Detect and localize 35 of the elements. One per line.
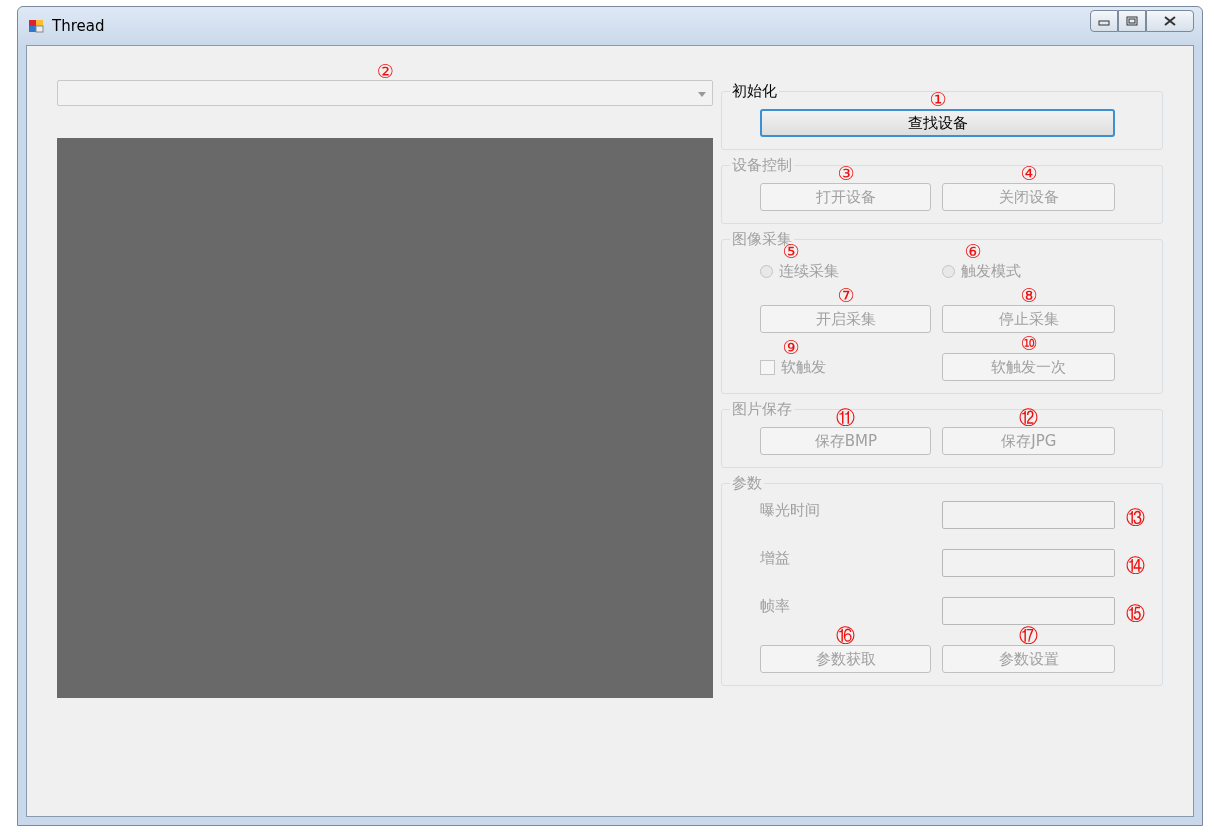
close-icon [1164,16,1176,26]
annotation-number: ⑭ [1126,555,1146,575]
maximize-button[interactable] [1118,10,1146,32]
annotation-number: ⑬ [1126,507,1146,527]
annotation-number: ③ [837,163,855,183]
group-title: 参数 [731,474,764,493]
window-title: Thread [52,17,105,35]
annotation-number: ⑨ [782,337,800,357]
radio-label: 连续采集 [779,261,840,281]
radio-label: 触发模式 [961,261,1022,281]
dropdown-arrow-icon [698,92,707,97]
annotation-number: ⑪ [836,407,856,427]
minimize-button[interactable] [1090,10,1118,32]
field-label: 增益 [760,549,791,568]
checkbox-label: 软触发 [781,357,827,377]
group-title: 设备控制 [731,156,794,175]
group-title: 图片保存 [731,400,794,419]
group-title: 初始化 [731,82,779,101]
annotation-number: ⑦ [837,285,855,305]
annotation-number: ⑧ [1020,285,1038,305]
app-icon [28,18,44,34]
annotation-number: ⑯ [836,625,856,645]
annotation-number: ④ [1020,163,1038,183]
maximize-icon [1126,16,1138,26]
annotation-number: ② [376,61,394,81]
field-label: 帧率 [760,597,791,616]
annotation-number: ⑫ [1019,407,1039,427]
annotation-number: ⑥ [964,241,982,261]
field-label: 曝光时间 [760,501,821,520]
annotation-number: ① [929,89,947,109]
annotation-number: ⑩ [1020,333,1038,353]
annotation-number: ⑮ [1126,603,1146,623]
close-button[interactable] [1146,10,1194,32]
button[interactable]: 查找设备 [760,109,1116,137]
annotation-number: ⑰ [1019,625,1039,645]
